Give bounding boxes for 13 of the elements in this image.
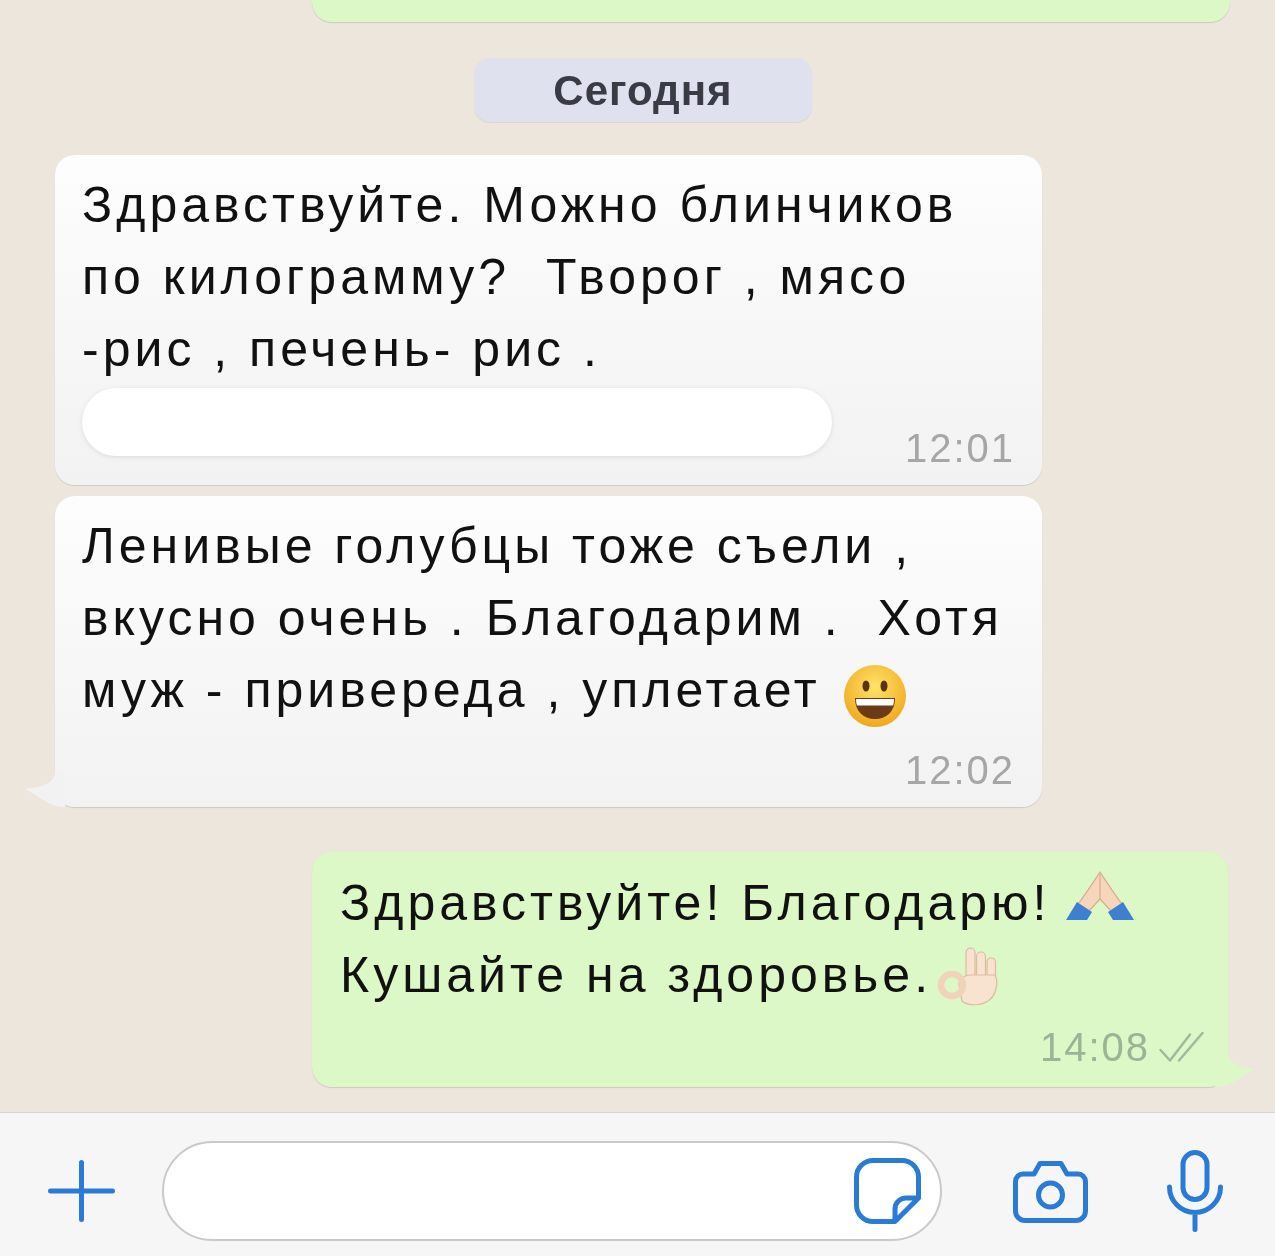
message-text: Кушайте на здоровье. — [340, 946, 933, 1005]
sticker-icon[interactable] — [853, 1156, 922, 1225]
microphone-icon[interactable] — [1165, 1149, 1225, 1232]
message-time: 12:01 — [904, 426, 1015, 470]
praying-hands-emoji-icon — [1065, 871, 1136, 921]
grinning-emoji-icon — [842, 664, 907, 728]
camera-icon[interactable] — [1013, 1158, 1088, 1223]
message-text: Здравствуйте. Можно блинчиков по килограмму? Творог , мясо -рис , печень- рис . — [82, 176, 958, 379]
message-time: 14:08 — [1039, 1025, 1150, 1069]
message-text: муж - привереда , уплетает — [82, 661, 821, 720]
plus-icon[interactable] — [48, 1159, 115, 1222]
message-text: Здравствуйте! Благодарю! — [340, 874, 1051, 933]
message-time: 12:02 — [904, 748, 1015, 792]
